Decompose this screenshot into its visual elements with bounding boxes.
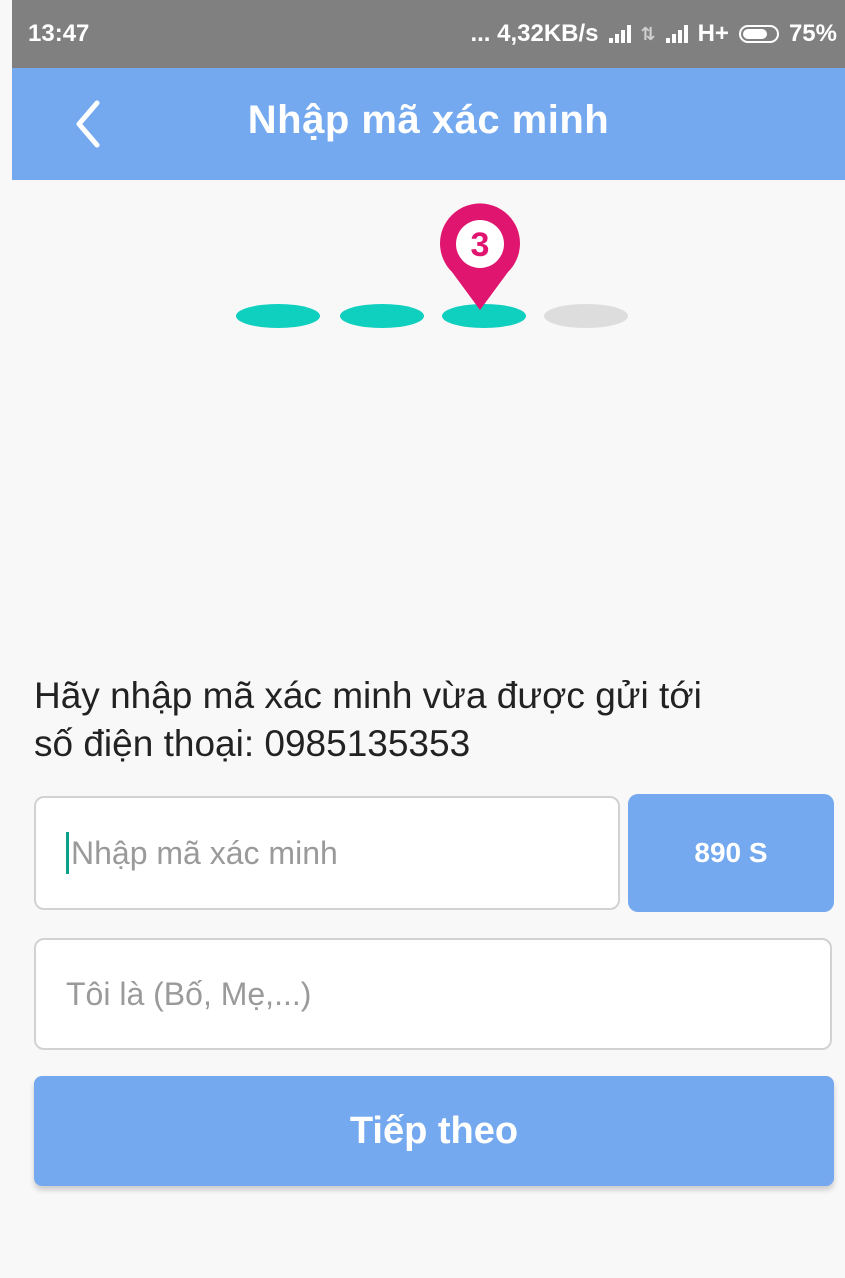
next-button[interactable]: Tiếp theo [34, 1076, 834, 1186]
status-indicators: ... 4,32KB/s ⇅ H+ 75% [470, 20, 837, 48]
next-button-label: Tiếp theo [349, 1109, 519, 1152]
network-speed: ... 4,32KB/s [470, 20, 599, 47]
instruction-text: Hãy nhập mã xác minh vừa được gửi tới số… [34, 672, 824, 768]
verification-code-input[interactable]: Nhập mã xác minh [34, 796, 620, 910]
current-step-number: 3 [471, 226, 490, 264]
step-indicator-2 [340, 304, 424, 328]
battery-percent: 75% [788, 20, 837, 47]
instruction-line-1: Hãy nhập mã xác minh vừa được gửi tới [34, 675, 702, 716]
relationship-input[interactable]: Tôi là (Bố, Mẹ,...) [34, 938, 832, 1050]
text-cursor [66, 832, 69, 874]
verification-code-placeholder: Nhập mã xác minh [71, 834, 338, 871]
data-arrows-icon: ⇅ [640, 23, 656, 44]
map-pin-icon: 3 [440, 203, 520, 310]
instruction-line-2: số điện thoại: 0985135353 [34, 723, 471, 764]
step-indicator-4 [544, 304, 628, 328]
signal-icon [608, 25, 631, 43]
step-indicator-1 [236, 304, 320, 328]
status-bar: 13:47 ... 4,32KB/s ⇅ H+ 75% [12, 0, 845, 68]
status-time: 13:47 [28, 20, 90, 47]
page-title: Nhập mã xác minh [247, 98, 610, 142]
signal-icon [665, 25, 688, 43]
relationship-placeholder: Tôi là (Bố, Mẹ,...) [66, 975, 312, 1012]
timer-label: 890 S [694, 837, 768, 868]
battery-icon [738, 25, 779, 43]
network-type: H+ [697, 20, 729, 47]
resend-timer-button[interactable]: 890 S [628, 794, 834, 912]
app-bar: Nhập mã xác minh [12, 68, 845, 180]
progress-stepper: 3 [236, 200, 628, 330]
